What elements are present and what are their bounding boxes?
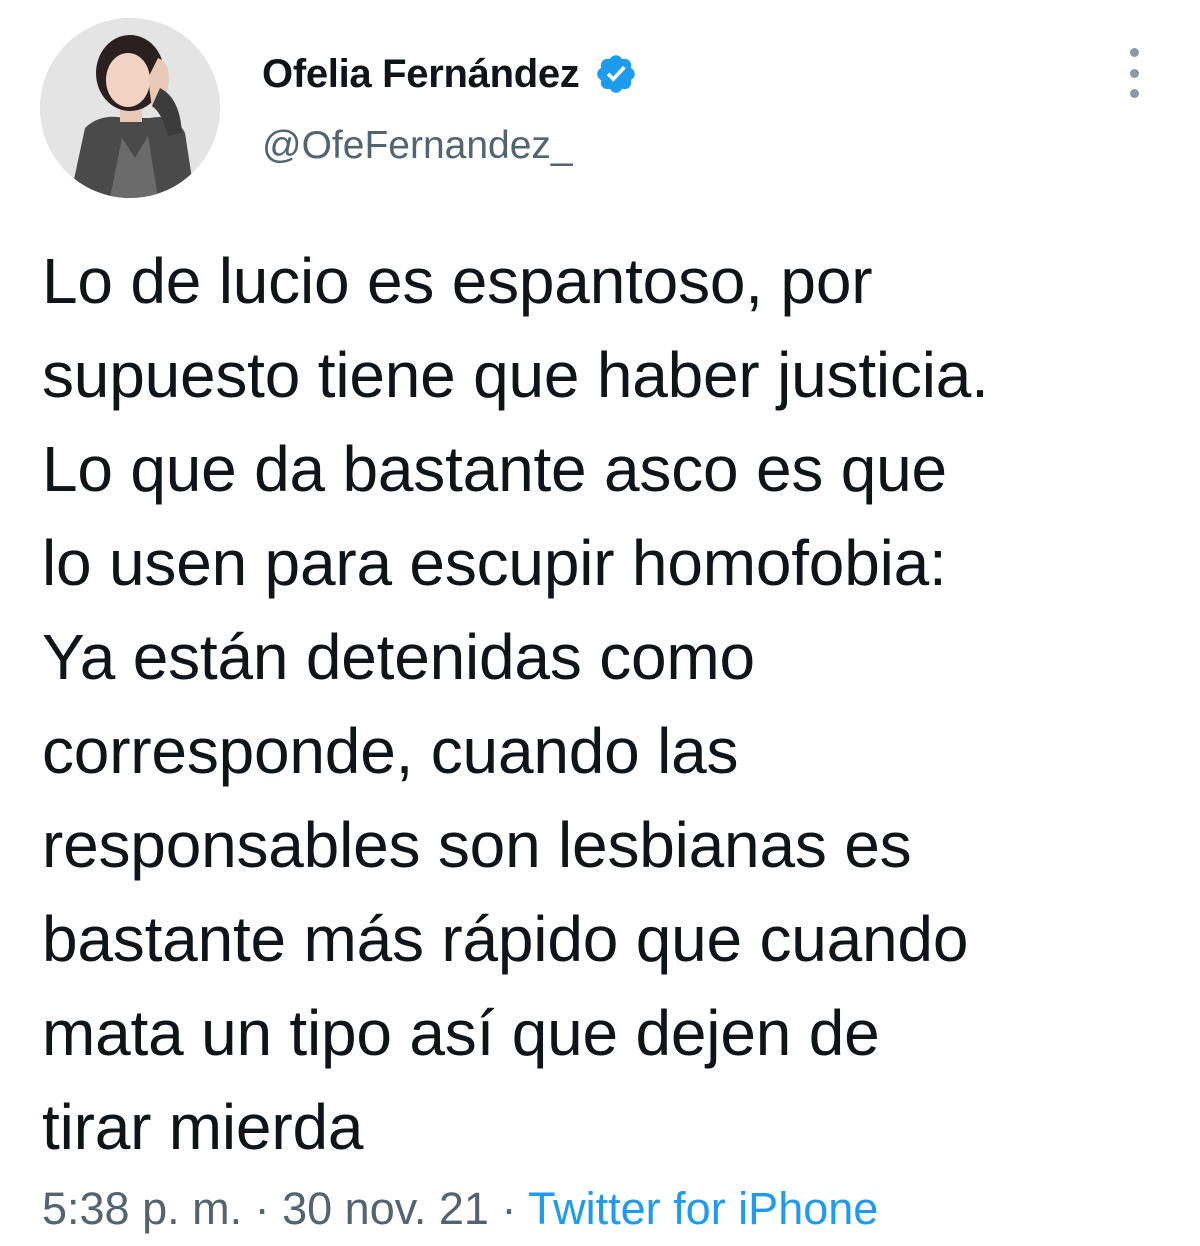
- author-name[interactable]: Ofelia Fernández: [262, 52, 580, 97]
- tweet-text-line: Lo de lucio es espantoso, por: [42, 245, 873, 317]
- tweet-source-link[interactable]: Twitter for iPhone: [528, 1183, 878, 1234]
- verified-badge-icon: [596, 55, 635, 93]
- meta-separator: ·: [488, 1183, 529, 1234]
- tweet-text-line: bastante más rápido que cuando: [42, 903, 969, 975]
- author-name-row[interactable]: Ofelia Fernández: [262, 48, 638, 100]
- more-options-icon[interactable]: [1120, 48, 1148, 98]
- avatar-photo: [40, 18, 220, 198]
- tweet-card: Ofelia Fernández @OfeFernandez_ Lo de lu…: [0, 0, 1200, 1246]
- tweet-text-line: mata un tipo así que dejen de: [42, 997, 880, 1069]
- tweet-meta: 5:38 p. m. · 30 nov. 21 · Twitter for iP…: [42, 1183, 878, 1235]
- tweet-text-line: responsables son lesbianas es: [42, 809, 912, 881]
- tweet-text-line: tirar mierda: [42, 1091, 364, 1163]
- tweet-text: Lo de lucio es espantoso, por supuesto t…: [42, 234, 1182, 1174]
- tweet-date[interactable]: 30 nov. 21: [282, 1183, 489, 1234]
- tweet-text-line: Lo que da bastante asco es que: [42, 433, 947, 505]
- meta-separator: ·: [242, 1183, 283, 1234]
- avatar[interactable]: [40, 18, 220, 198]
- author-handle[interactable]: @OfeFernandez_: [262, 124, 573, 168]
- tweet-text-line: supuesto tiene que haber justicia.: [42, 339, 989, 411]
- tweet-text-line: Ya están detenidas como: [42, 621, 755, 693]
- tweet-time[interactable]: 5:38 p. m.: [42, 1183, 242, 1234]
- tweet-text-line: corresponde, cuando las: [42, 715, 739, 787]
- tweet-text-line: lo usen para escupir homofobia:: [42, 527, 947, 599]
